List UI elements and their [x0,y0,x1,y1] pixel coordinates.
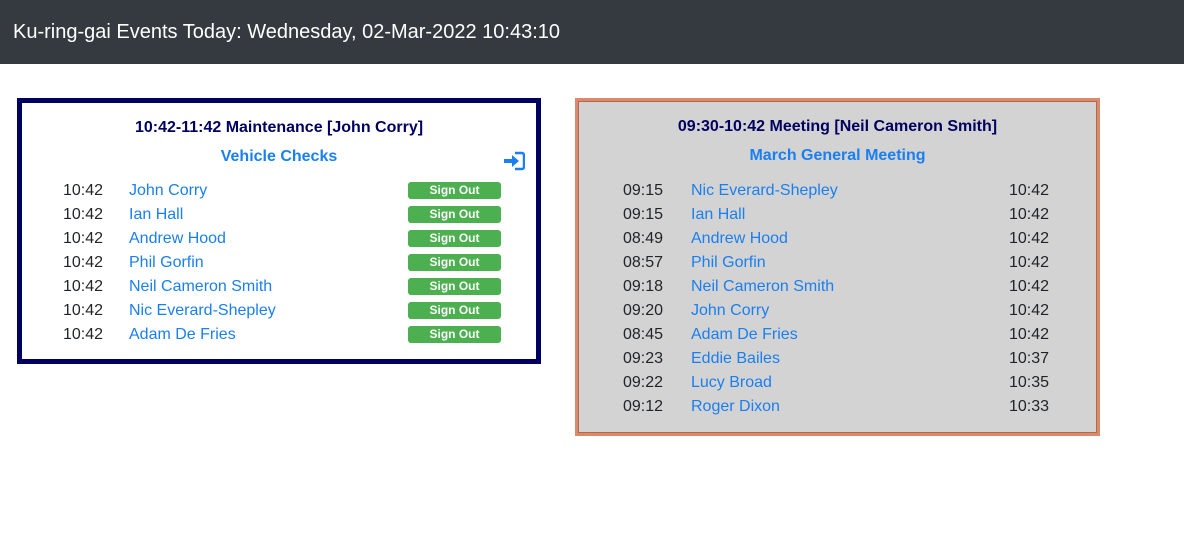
attendee-row: 09:22 Lucy Broad 10:35 [579,371,1096,395]
sign-in-time: 09:12 [623,398,664,415]
sign-out-time: 10:42 [1009,182,1050,199]
sign-out-time: 10:33 [1009,398,1050,415]
sign-in-time: 10:42 [63,254,104,271]
attendee-row: 10:42 Adam De Fries Sign Out [22,323,536,347]
sign-in-time: 09:22 [623,374,664,391]
attendee-row: 08:57 Phil Gorfin 10:42 [579,251,1096,275]
attendee-name-link[interactable]: Andrew Hood [691,227,788,251]
attendee-row: 09:15 Ian Hall 10:42 [579,203,1096,227]
attendee-name-link[interactable]: Andrew Hood [129,227,226,251]
attendee-row: 10:42 Neil Cameron Smith Sign Out [22,275,536,299]
attendee-row: 08:45 Adam De Fries 10:42 [579,323,1096,347]
attendee-name-link[interactable]: Ian Hall [129,203,183,227]
event-title: 09:30-10:42 Meeting [Neil Cameron Smith] [677,118,998,135]
attendee-name-link[interactable]: Adam De Fries [691,323,798,347]
attendee-name-link[interactable]: Ian Hall [691,203,745,227]
sign-in-time: 09:15 [623,182,664,199]
attendee-name-link[interactable]: Eddie Bailes [691,347,780,371]
page-title: Ku-ring-gai Events Today: Wednesday, 02-… [13,21,560,43]
attendee-name-link[interactable]: Phil Gorfin [691,251,766,275]
attendee-name-link[interactable]: John Corry [691,299,769,323]
event-card-maintenance: 10:42-11:42 Maintenance [John Corry] Veh… [17,98,541,364]
attendee-row: 10:42 Nic Everard-Shepley Sign Out [22,299,536,323]
attendee-name-link[interactable]: Adam De Fries [129,323,236,347]
attendee-row: 09:12 Roger Dixon 10:33 [579,395,1096,419]
attendee-name-link[interactable]: Nic Everard-Shepley [691,179,838,203]
sign-in-time: 08:57 [623,254,664,271]
attendee-list: 09:15 Nic Everard-Shepley 10:42 09:15 Ian Ha… [579,179,1096,419]
event-card-meeting: 09:30-10:42 Meeting [Neil Cameron Smith]… [575,98,1100,436]
sign-out-time: 10:37 [1009,350,1050,367]
sign-in-time: 10:42 [63,302,104,319]
sign-out-time: 10:42 [1009,254,1050,271]
sign-in-time: 10:42 [63,230,104,247]
sign-out-button[interactable]: Sign Out [408,278,501,295]
sign-out-time: 10:42 [1009,206,1050,223]
sign-out-button[interactable]: Sign Out [408,326,501,343]
sign-out-button[interactable]: Sign Out [408,302,501,319]
attendee-name-link[interactable]: John Corry [129,179,207,203]
attendee-list: 10:42 John Corry Sign Out 10:42 Ian Hall Sign… [22,179,536,347]
sign-in-time: 09:23 [623,350,664,367]
sign-out-time: 10:42 [1009,230,1050,247]
attendee-row: 09:18 Neil Cameron Smith 10:42 [579,275,1096,299]
sign-in-time: 10:42 [63,326,104,343]
attendee-row: 10:42 John Corry Sign Out [22,179,536,203]
sign-out-time: 10:42 [1009,302,1050,319]
attendee-row: 10:42 Ian Hall Sign Out [22,203,536,227]
sign-out-button[interactable]: Sign Out [408,254,501,271]
attendee-row: 10:42 Phil Gorfin Sign Out [22,251,536,275]
sign-out-button[interactable]: Sign Out [408,206,501,223]
event-subtitle-link[interactable]: March General Meeting [579,147,1096,165]
attendee-name-link[interactable]: Lucy Broad [691,371,772,395]
sign-in-time: 08:49 [623,230,664,247]
sign-in-time: 08:45 [623,326,664,343]
attendee-name-link[interactable]: Roger Dixon [691,395,780,419]
attendee-name-link[interactable]: Neil Cameron Smith [129,275,272,299]
event-subtitle-link[interactable]: Vehicle Checks [22,148,536,166]
attendee-row: 09:23 Eddie Bailes 10:37 [579,347,1096,371]
sign-out-time: 10:35 [1009,374,1050,391]
event-title: 10:42-11:42 Maintenance [John Corry] [134,119,424,136]
attendee-row: 08:49 Andrew Hood 10:42 [579,227,1096,251]
attendee-name-link[interactable]: Phil Gorfin [129,251,204,275]
attendee-name-link[interactable]: Nic Everard-Shepley [129,299,276,323]
attendee-name-link[interactable]: Neil Cameron Smith [691,275,834,299]
sign-out-button[interactable]: Sign Out [408,182,501,199]
sign-in-time: 10:42 [63,206,104,223]
sign-in-time: 10:42 [63,182,104,199]
top-navbar: Ku-ring-gai Events Today: Wednesday, 02-… [0,0,1184,64]
sign-out-button[interactable]: Sign Out [408,230,501,247]
sign-in-time: 09:18 [623,278,664,295]
sign-in-time: 10:42 [63,278,104,295]
sign-in-time: 09:15 [623,206,664,223]
sign-in-icon[interactable] [503,151,525,171]
sign-out-time: 10:42 [1009,278,1050,295]
attendee-row: 09:15 Nic Everard-Shepley 10:42 [579,179,1096,203]
attendee-row: 09:20 John Corry 10:42 [579,299,1096,323]
attendee-row: 10:42 Andrew Hood Sign Out [22,227,536,251]
sign-in-time: 09:20 [623,302,664,319]
sign-out-time: 10:42 [1009,326,1050,343]
